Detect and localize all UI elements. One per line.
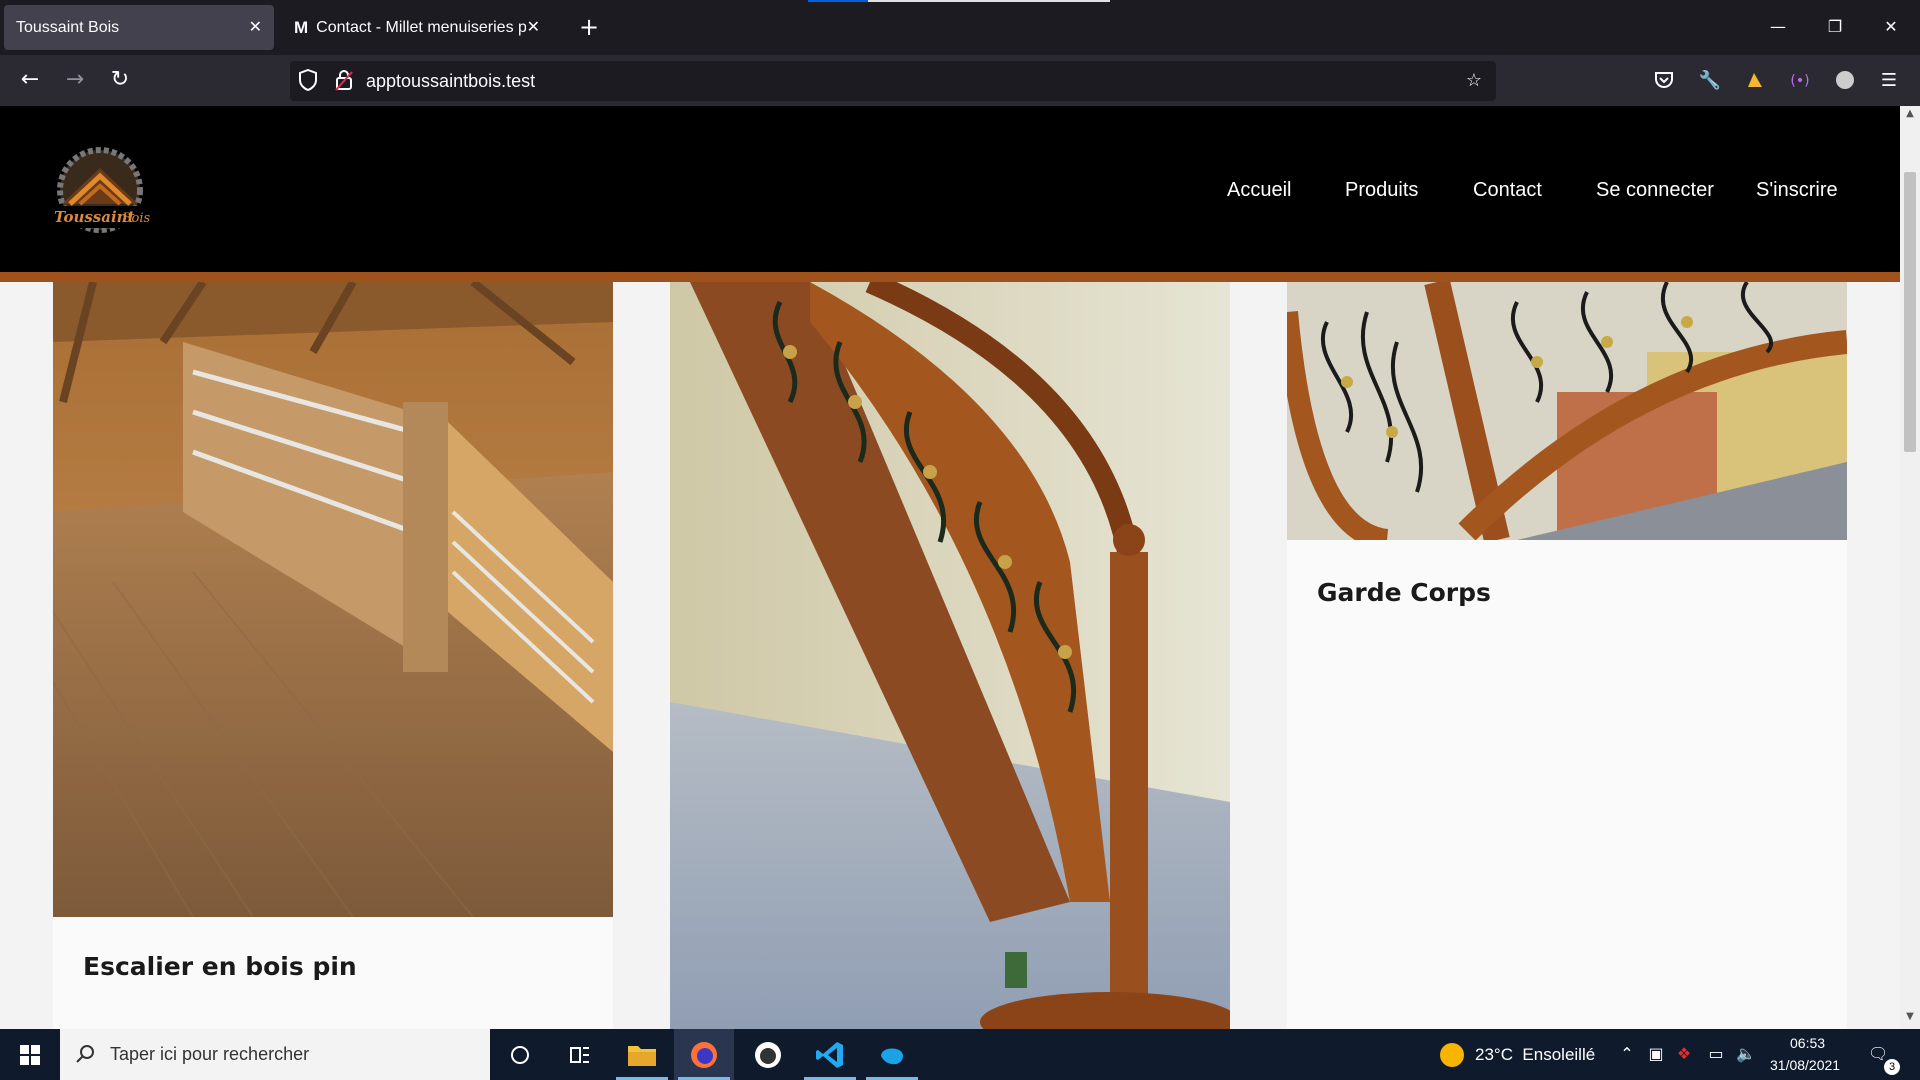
url-bar[interactable]: apptoussaintbois.test ☆ xyxy=(290,61,1496,101)
scroll-thumb[interactable] xyxy=(1904,172,1916,452)
search-icon xyxy=(74,1043,96,1069)
windows-taskbar: Taper ici pour rechercher 23°C Ensoleill… xyxy=(0,1029,1920,1080)
chevron-up-icon[interactable]: ⌃ xyxy=(1617,1044,1637,1064)
browser-tab-strip: Toussaint Bois ✕ M Contact - Millet menu… xyxy=(0,0,1920,55)
product-card[interactable]: Garde Corps xyxy=(1287,282,1847,1029)
url-text[interactable]: apptoussaintbois.test xyxy=(366,71,535,92)
svg-text:Bois: Bois xyxy=(121,211,151,226)
forward-button[interactable]: → xyxy=(60,65,90,95)
gmail-icon: M xyxy=(294,17,309,37)
railing-image[interactable] xyxy=(1287,282,1847,540)
file-explorer-icon[interactable] xyxy=(612,1029,672,1080)
minimize-button[interactable]: — xyxy=(1763,12,1793,42)
nav-sinscrire[interactable]: S'inscrire xyxy=(1756,179,1838,202)
close-icon[interactable]: ✕ xyxy=(249,17,262,37)
restore-button[interactable]: ❐ xyxy=(1820,12,1850,42)
dropbox-icon[interactable]: ❖ xyxy=(1674,1044,1694,1064)
task-view-button[interactable] xyxy=(550,1029,610,1080)
site-header: Toussaint Bois Accueil Produits Contact … xyxy=(0,106,1900,272)
github-desktop-icon[interactable] xyxy=(738,1029,798,1080)
volume-icon[interactable]: 🔈 xyxy=(1736,1044,1756,1064)
meet-now-icon[interactable]: ▣ xyxy=(1646,1044,1666,1064)
wrench-icon[interactable]: 🔧 xyxy=(1698,69,1722,93)
pocket-icon[interactable] xyxy=(1652,69,1676,93)
nav-se-connecter[interactable]: Se connecter xyxy=(1596,179,1714,202)
website-viewport: Toussaint Bois Accueil Produits Contact … xyxy=(0,106,1900,1029)
brand-logo[interactable]: Toussaint Bois xyxy=(40,142,160,238)
clock-time[interactable]: 06:53 xyxy=(1790,1035,1825,1051)
nav-contact[interactable]: Contact xyxy=(1473,179,1542,202)
header-accent-bar xyxy=(0,272,1900,282)
scroll-down-icon[interactable]: ▼ xyxy=(1903,1011,1917,1025)
close-icon[interactable]: ✕ xyxy=(527,17,540,37)
pine-staircase-image[interactable] xyxy=(53,282,613,917)
broadcast-icon[interactable]: (•) xyxy=(1788,69,1812,93)
firefox-icon[interactable] xyxy=(674,1029,734,1080)
page-scrollbar[interactable]: ▲ ▼ xyxy=(1900,106,1920,1029)
hamburger-icon[interactable]: ☰ xyxy=(1877,69,1901,93)
globe-icon[interactable] xyxy=(1833,69,1857,93)
taskbar-search-box[interactable]: Taper ici pour rechercher xyxy=(60,1029,490,1080)
cortana-button[interactable] xyxy=(490,1029,550,1080)
loading-indicator-track xyxy=(868,0,1110,2)
windows-start-button[interactable] xyxy=(0,1029,60,1080)
reload-button[interactable]: ↻ xyxy=(105,65,135,95)
scroll-up-icon[interactable]: ▲ xyxy=(1903,108,1917,122)
browser-toolbar: ← → ↻ apptoussaintbois.test ☆ 🔧 (•) ☰ xyxy=(0,55,1920,106)
notification-count: 3 xyxy=(1884,1059,1900,1075)
search-placeholder[interactable]: Taper ici pour rechercher xyxy=(110,1044,309,1065)
back-button[interactable]: ← xyxy=(15,65,45,95)
lock-icon[interactable] xyxy=(332,69,356,93)
tab-millet-contact[interactable]: M Contact - Millet menuiseries portes et… xyxy=(282,5,552,50)
tab-title: Contact - Millet menuiseries portes et f… xyxy=(316,18,527,36)
app-icon[interactable] xyxy=(862,1029,922,1080)
extension-icon[interactable] xyxy=(1743,69,1767,93)
weather-text[interactable]: 23°C Ensoleillé xyxy=(1475,1045,1595,1065)
vscode-icon[interactable] xyxy=(800,1029,860,1080)
card-title[interactable]: Escalier en bois pin xyxy=(83,952,357,981)
shield-icon[interactable] xyxy=(296,68,320,93)
nav-accueil[interactable]: Accueil xyxy=(1227,179,1291,202)
battery-icon[interactable]: ▭ xyxy=(1706,1044,1726,1064)
sun-icon[interactable] xyxy=(1440,1043,1464,1067)
curved-staircase-image[interactable] xyxy=(670,282,1230,1029)
product-card[interactable] xyxy=(670,282,1230,1029)
product-card[interactable]: Escalier en bois pin xyxy=(53,282,613,1029)
close-window-button[interactable]: ✕ xyxy=(1876,12,1906,42)
tab-title: Toussaint Bois xyxy=(16,18,120,36)
nav-produits[interactable]: Produits xyxy=(1345,179,1418,202)
clock-date[interactable]: 31/08/2021 xyxy=(1770,1057,1840,1073)
new-tab-button[interactable]: + xyxy=(577,13,601,43)
loading-indicator xyxy=(808,0,868,2)
card-title[interactable]: Garde Corps xyxy=(1317,578,1491,607)
tab-toussaint-bois[interactable]: Toussaint Bois ✕ xyxy=(4,5,274,50)
star-icon[interactable]: ☆ xyxy=(1462,69,1486,93)
